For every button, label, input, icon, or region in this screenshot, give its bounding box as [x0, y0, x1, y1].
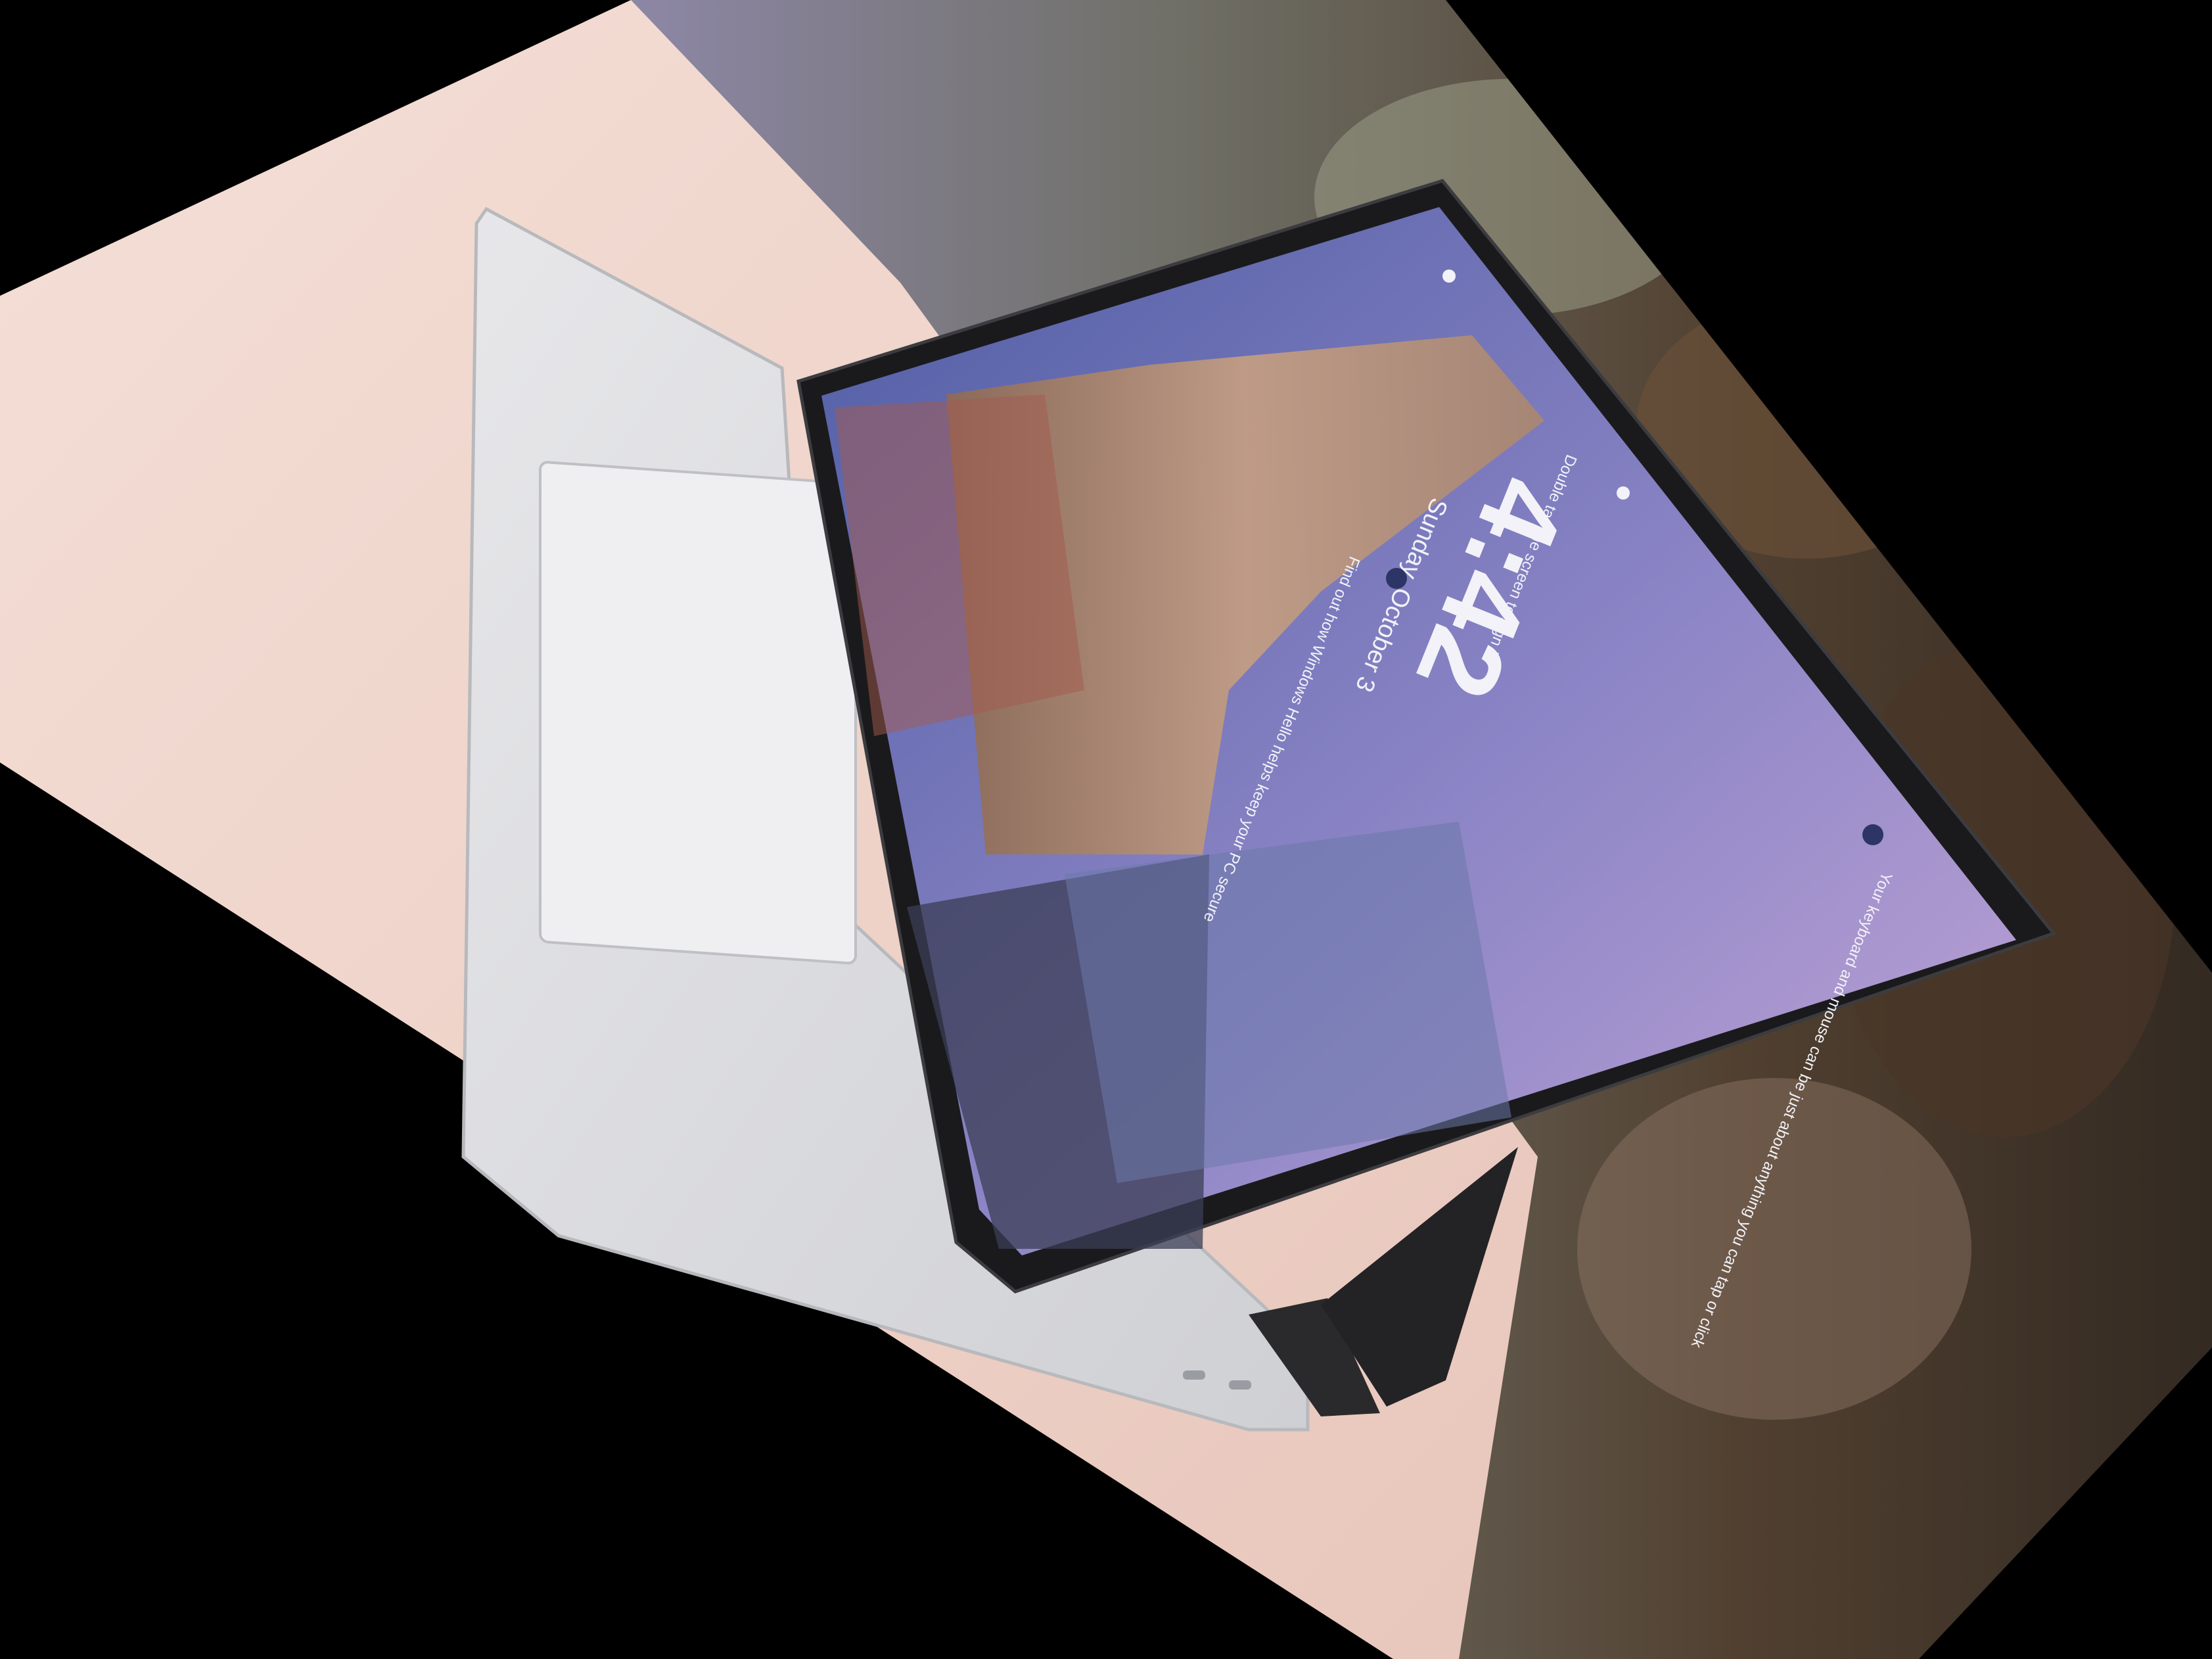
wifi-icon [1617, 486, 1630, 500]
lock-icon [1442, 269, 1456, 283]
photo-stage: 4:42 Sunday, October 3 Double tap the sc… [0, 0, 2212, 1659]
laptop-photo: 4:42 Sunday, October 3 Double tap the sc… [0, 0, 2212, 1659]
usb-port [1183, 1370, 1205, 1380]
globe-icon [1386, 568, 1407, 589]
usb-port [1229, 1380, 1251, 1390]
touchpad [539, 461, 857, 965]
globe-icon [1862, 824, 1883, 845]
